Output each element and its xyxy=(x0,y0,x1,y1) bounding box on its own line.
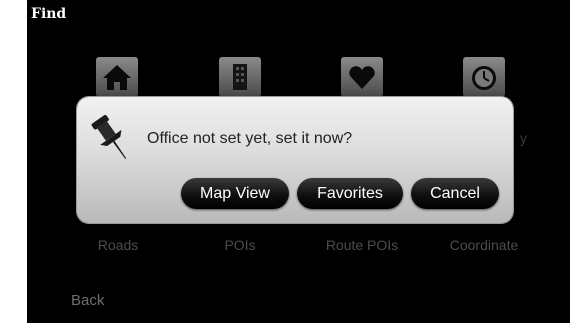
page-title: Find xyxy=(31,6,67,22)
cancel-button[interactable]: Cancel xyxy=(411,178,499,209)
clock-icon xyxy=(472,66,496,90)
office-building-icon xyxy=(233,64,247,90)
heart-icon xyxy=(349,66,375,89)
partial-label: y xyxy=(520,130,527,146)
office-tile[interactable] xyxy=(219,57,261,97)
find-screen: Find y Roads POIs Route POIs Coordinate … xyxy=(27,0,570,323)
home-icon xyxy=(103,65,131,90)
favorites-tile[interactable] xyxy=(341,57,383,97)
route-pois-label[interactable]: Route POIs xyxy=(307,237,417,253)
confirm-dialog: Office not set yet, set it now? Map View… xyxy=(77,97,513,223)
coordinate-label[interactable]: Coordinate xyxy=(429,237,539,253)
favorites-button[interactable]: Favorites xyxy=(297,178,403,209)
back-button[interactable]: Back xyxy=(71,292,104,309)
map-view-button[interactable]: Map View xyxy=(181,178,289,209)
roads-label[interactable]: Roads xyxy=(63,237,173,253)
pois-label[interactable]: POIs xyxy=(185,237,295,253)
dialog-message: Office not set yet, set it now? xyxy=(147,130,353,147)
home-tile[interactable] xyxy=(96,57,138,97)
pushpin-icon xyxy=(91,114,127,159)
history-tile[interactable] xyxy=(463,57,505,97)
